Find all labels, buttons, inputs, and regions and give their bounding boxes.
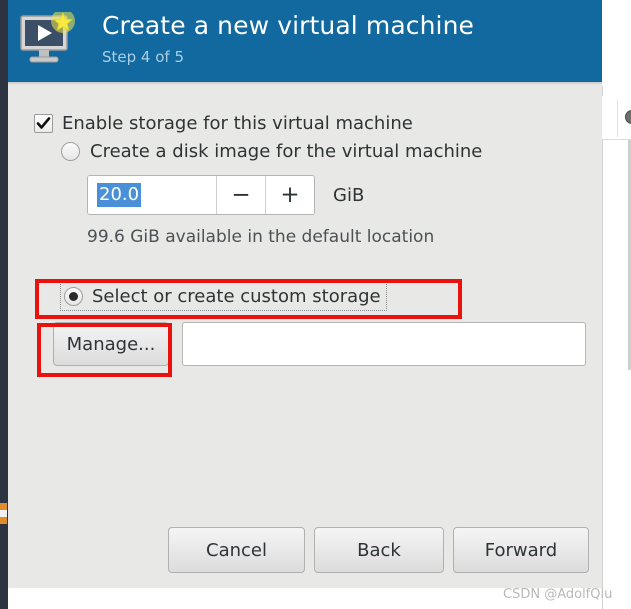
enable-storage-label: Enable storage for this virtual machine — [62, 113, 413, 134]
wizard-footer: Cancel Back Forward — [8, 505, 602, 588]
enable-storage-row[interactable]: Enable storage for this virtual machine — [34, 113, 413, 134]
background-left-accent-top — [0, 503, 7, 510]
background-window-right-top — [602, 0, 631, 86]
disk-size-input[interactable]: 20.0 — [88, 176, 216, 214]
enable-storage-checkbox[interactable] — [34, 114, 53, 133]
forward-button[interactable]: Forward — [453, 527, 589, 573]
custom-storage-row: Manage... — [53, 322, 586, 366]
storage-path-input[interactable] — [182, 322, 586, 366]
wizard-header-text: Create a new virtual machine Step 4 of 5 — [102, 10, 474, 68]
custom-storage-radio[interactable] — [64, 287, 83, 306]
custom-storage-label: Select or create custom storage — [92, 286, 381, 307]
background-window-right — [602, 86, 631, 609]
virtual-machine-monitor-icon — [18, 9, 76, 68]
available-space-note: 99.6 GiB available in the default locati… — [87, 227, 435, 247]
background-left-marker — [0, 510, 7, 517]
disk-size-value: 20.0 — [97, 183, 142, 207]
disk-image-option-row[interactable]: Create a disk image for the virtual mach… — [61, 141, 482, 162]
checkmark-icon — [36, 117, 51, 129]
back-button[interactable]: Back — [314, 527, 444, 573]
disk-size-increment-button[interactable]: + — [265, 176, 314, 214]
custom-storage-option-row[interactable]: Select or create custom storage — [60, 282, 387, 311]
page-title: Create a new virtual machine — [102, 11, 475, 40]
screen: Create a new virtual machine Step 4 of 5… — [0, 0, 631, 609]
storage-form: Enable storage for this virtual machine … — [8, 85, 602, 505]
disk-size-decrement-button[interactable]: − — [216, 176, 265, 214]
new-vm-wizard-dialog: Create a new virtual machine Step 4 of 5… — [8, 0, 602, 588]
cancel-button[interactable]: Cancel — [168, 527, 305, 573]
background-left-accent-bottom — [0, 517, 7, 524]
wizard-header: Create a new virtual machine Step 4 of 5 — [8, 0, 602, 82]
manage-button[interactable]: Manage... — [53, 322, 169, 366]
disk-size-row: 20.0 − + GiB — [87, 175, 364, 215]
disk-size-spinner[interactable]: 20.0 − + — [87, 175, 315, 215]
disk-image-radio[interactable] — [61, 142, 80, 161]
watermark: CSDN @AdolfQiu — [503, 587, 613, 602]
wizard-step-indicator: Step 4 of 5 — [102, 48, 185, 66]
disk-image-label: Create a disk image for the virtual mach… — [90, 141, 483, 162]
background-toolbar-separator — [617, 99, 618, 137]
disk-size-unit-label: GiB — [333, 184, 365, 206]
